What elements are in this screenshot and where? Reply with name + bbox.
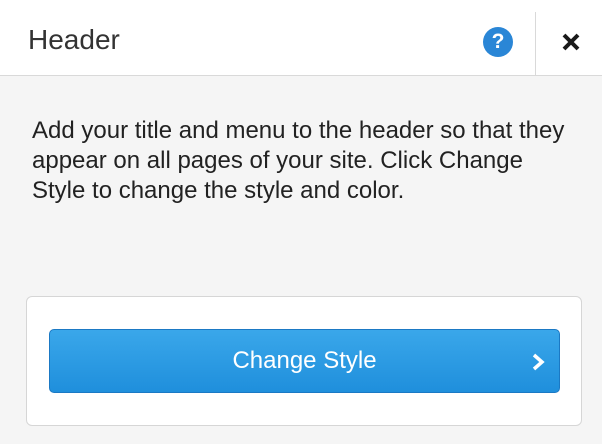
close-icon bbox=[562, 33, 580, 51]
change-style-label: Change Style bbox=[232, 347, 377, 374]
help-icon-glyph: ? bbox=[491, 30, 505, 53]
header-divider bbox=[535, 12, 536, 76]
chevron-right-icon bbox=[532, 353, 545, 371]
header-settings-panel: Header ? Add your title and menu to the … bbox=[0, 0, 602, 444]
panel-description: Add your title and menu to the header so… bbox=[32, 117, 565, 204]
style-card: Change Style bbox=[26, 296, 582, 426]
change-style-button[interactable]: Change Style bbox=[49, 329, 560, 393]
help-icon[interactable]: ? bbox=[483, 27, 513, 57]
panel-header: Header ? bbox=[0, 0, 602, 76]
close-button[interactable] bbox=[556, 27, 586, 57]
panel-title: Header bbox=[28, 24, 120, 55]
